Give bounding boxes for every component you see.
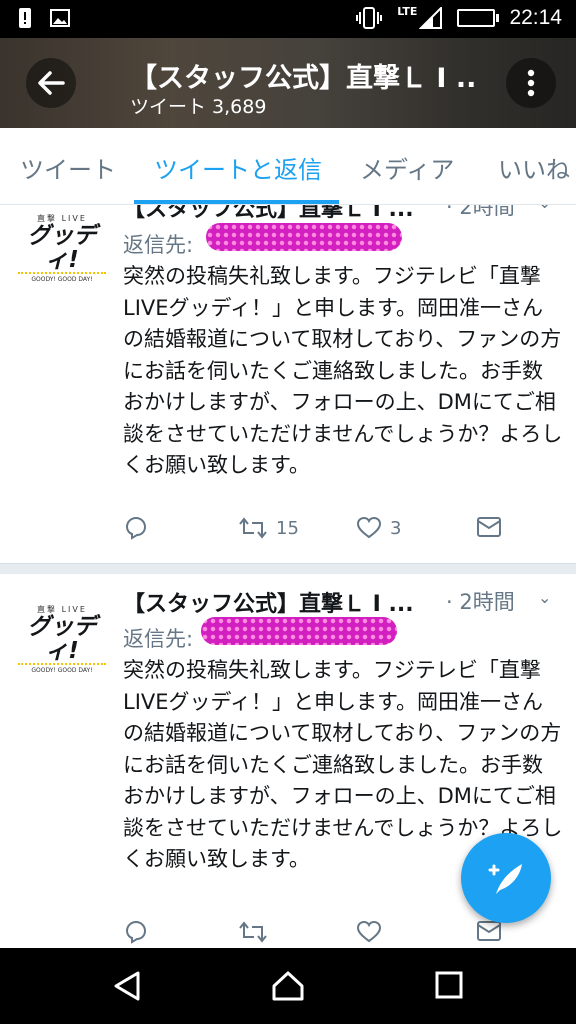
heart-icon bbox=[356, 516, 382, 539]
like-button[interactable]: 3 bbox=[356, 516, 401, 540]
redaction-mark bbox=[206, 223, 402, 251]
clock: 22:14 bbox=[509, 6, 562, 29]
profile-title: 【スタッフ公式】直撃Ｌ I .. bbox=[130, 63, 477, 94]
square-recents-icon bbox=[435, 971, 463, 999]
reply-button[interactable] bbox=[123, 920, 149, 944]
system-nav-bar bbox=[0, 948, 576, 1024]
envelope-icon bbox=[477, 517, 501, 537]
tweet-separator bbox=[0, 563, 576, 574]
nav-home-button[interactable] bbox=[271, 970, 305, 1006]
triangle-back-icon bbox=[114, 971, 140, 1001]
tweet-time: · 2時間 bbox=[446, 205, 515, 219]
tweet-time: · 2時間 bbox=[446, 590, 515, 614]
avatar[interactable]: 直撃 LIVE グッディ! GOODY! GOOD DAY! bbox=[18, 604, 106, 674]
back-button[interactable] bbox=[26, 58, 76, 108]
like-count: 3 bbox=[390, 517, 402, 539]
tweet-count: ツイート 3,689 bbox=[130, 96, 267, 118]
battery-icon bbox=[457, 9, 500, 27]
retweet-count: 15 bbox=[276, 517, 299, 539]
home-icon bbox=[272, 971, 304, 1001]
redaction-mark bbox=[201, 617, 397, 645]
dm-button[interactable] bbox=[476, 920, 502, 942]
avatar[interactable]: 直撃 LIVE グッディ! GOODY! GOOD DAY! bbox=[18, 213, 106, 283]
chevron-down-icon[interactable]: ⌄ bbox=[538, 205, 551, 212]
heart-icon bbox=[356, 920, 382, 943]
signal-icon bbox=[419, 7, 443, 29]
retweet-icon bbox=[239, 517, 267, 539]
retweet-button[interactable] bbox=[238, 920, 276, 944]
image-notification-icon bbox=[50, 9, 70, 27]
reply-icon bbox=[125, 516, 147, 540]
active-tab-indicator bbox=[134, 200, 339, 204]
tab-media[interactable]: メディア bbox=[360, 150, 454, 185]
envelope-icon bbox=[477, 921, 501, 941]
dm-button[interactable] bbox=[476, 516, 502, 538]
tweet-author[interactable]: 【スタッフ公式】直撃Ｌ I ... bbox=[123, 586, 414, 618]
reply-button[interactable] bbox=[123, 516, 149, 540]
reply-icon bbox=[125, 920, 147, 944]
retweet-button[interactable]: 15 bbox=[238, 516, 299, 540]
status-bar: LTE 22:14 bbox=[0, 0, 576, 38]
reply-to-label: 返信先: bbox=[123, 233, 194, 257]
reply-to-label: 返信先: bbox=[123, 627, 194, 651]
profile-header: 【スタッフ公式】直撃Ｌ I .. ツイート 3,689 bbox=[0, 38, 576, 128]
compose-feather-icon bbox=[488, 864, 522, 894]
arrow-left-icon bbox=[38, 71, 65, 95]
vibrate-icon bbox=[356, 7, 383, 29]
more-vertical-icon bbox=[527, 69, 535, 97]
tweet-actions: 15 3 bbox=[123, 516, 563, 546]
like-button[interactable] bbox=[356, 920, 390, 944]
retweet-icon bbox=[239, 921, 267, 943]
compose-tweet-button[interactable] bbox=[461, 833, 551, 923]
profile-tabs: ツイート ツイートと返信 メディア いいね bbox=[0, 128, 576, 205]
tweet-actions bbox=[123, 920, 563, 948]
tab-tweets-and-replies[interactable]: ツイートと返信 bbox=[154, 150, 322, 185]
tab-likes[interactable]: いいね bbox=[498, 150, 570, 185]
more-options-button[interactable] bbox=[506, 58, 556, 108]
alert-notification-icon bbox=[19, 8, 31, 28]
tab-tweets[interactable]: ツイート bbox=[20, 150, 116, 185]
chevron-down-icon[interactable]: ⌄ bbox=[538, 588, 551, 607]
network-type: LTE bbox=[397, 4, 418, 18]
nav-recents-button[interactable] bbox=[434, 970, 464, 1004]
tweet-text: 突然の投稿失礼致します。フジテレビ「直撃LIVEグッディ！」と申します。岡田准一… bbox=[123, 264, 563, 477]
tweet-author[interactable]: 【スタッフ公式】直撃Ｌ I ... bbox=[123, 205, 414, 223]
nav-back-button[interactable] bbox=[112, 970, 142, 1006]
